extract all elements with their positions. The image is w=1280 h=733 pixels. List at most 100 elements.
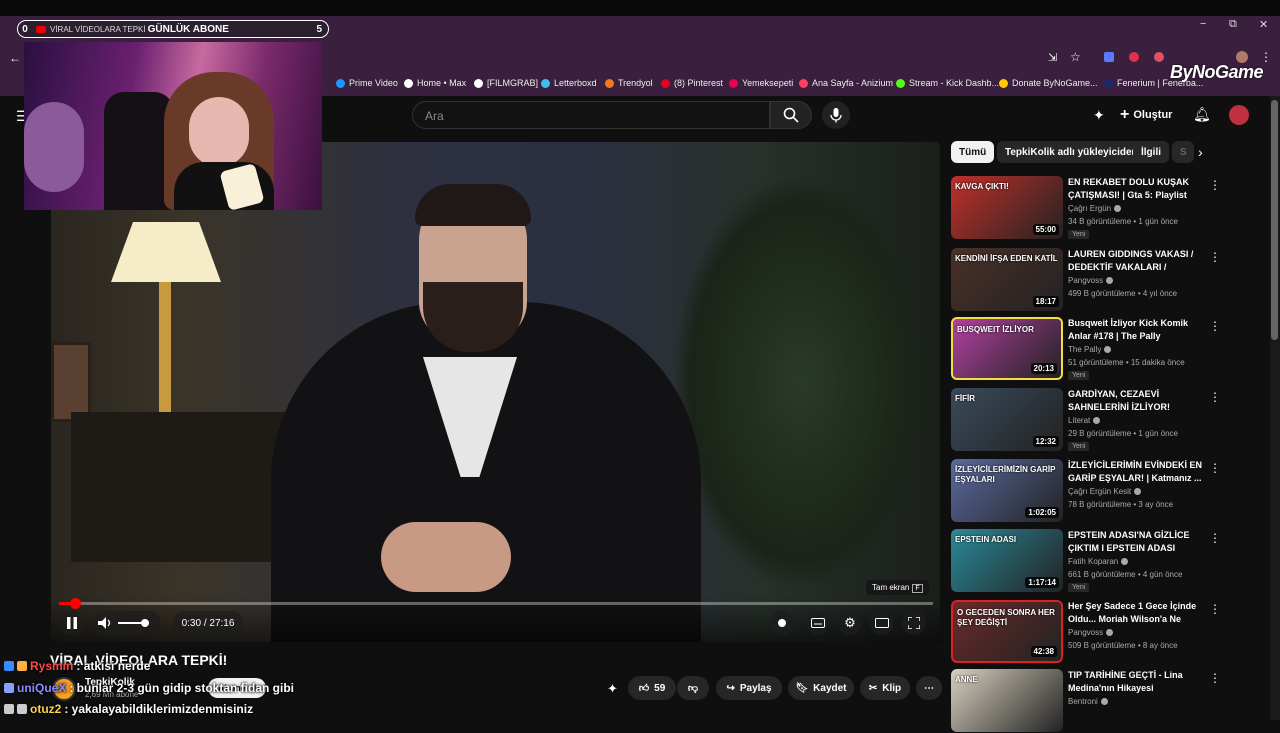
bookmark-item[interactable]: [FILMGRAB]: [474, 78, 538, 88]
verified-icon: [1106, 277, 1114, 285]
goal-count-left: 0: [22, 23, 28, 35]
recommendation-channel[interactable]: Çağrı Ergün Kesit: [1068, 487, 1142, 496]
recommendation-title[interactable]: İZLEYİCİLERİMİN EVİNDEKİ EN GARİP EŞYALA…: [1068, 459, 1203, 485]
recommendation-item[interactable]: KAVGA ÇIKTI! 55:00 EN REKABET DOLU KUŞAK Ç…: [951, 176, 1251, 240]
bookmark-item[interactable]: (8) Pinterest: [661, 78, 723, 88]
recommendation-item[interactable]: EPSTEIN ADASI 1:17:14 EPSTEIN ADASI'NA GİZ…: [951, 529, 1251, 593]
bookmark-item[interactable]: Letterboxd: [541, 78, 597, 88]
extension-icon[interactable]: [1104, 52, 1114, 62]
recommendation-channel[interactable]: Pangvoss: [1068, 628, 1114, 637]
extension-icon[interactable]: [1129, 52, 1139, 62]
recommendation-title[interactable]: EPSTEIN ADASI'NA GİZLİCE ÇIKTIM I EPSTEI…: [1068, 529, 1203, 555]
install-icon[interactable]: ⇲: [1048, 51, 1057, 64]
recommendation-channel[interactable]: Bentroni: [1068, 697, 1108, 706]
more-vertical-icon[interactable]: ⋮: [1209, 602, 1221, 616]
dislike-button[interactable]: 👎︎: [677, 676, 709, 700]
theater-mode-button[interactable]: [870, 611, 894, 635]
video-thumbnail[interactable]: ANNE: [951, 669, 1063, 732]
recommendation-title[interactable]: EN REKABET DOLU KUŞAK ÇATIŞMASI! | Gta 5…: [1068, 176, 1203, 202]
create-button[interactable]: + Oluştur: [1120, 104, 1172, 126]
bookmark-item[interactable]: Prime Video: [336, 78, 398, 88]
bookmark-label: Yemeksepeti: [742, 78, 794, 88]
share-button[interactable]: ↪ Paylaş: [716, 676, 782, 700]
recommendation-item[interactable]: ANNE TIP TARİHİNE GEÇTİ - Lina Medina'nın…: [951, 669, 1251, 733]
more-actions-button[interactable]: ⋯: [916, 676, 942, 700]
extension-icon[interactable]: ✦: [607, 681, 618, 697]
recommendation-title[interactable]: Busqweit İzliyor Kick Komik Anlar #178 |…: [1068, 317, 1203, 343]
bookmark-item[interactable]: Stream - Kick Dashb...: [896, 78, 999, 88]
autoplay-toggle[interactable]: [770, 611, 794, 635]
more-vertical-icon[interactable]: ⋮: [1209, 178, 1221, 192]
clip-button[interactable]: ✂ Klip: [860, 676, 910, 700]
chip-partial[interactable]: S: [1172, 141, 1194, 163]
maximize-button[interactable]: ⧉: [1229, 18, 1237, 31]
search-button[interactable]: [770, 101, 812, 129]
recommendation-item[interactable]: İZLEYİCİLERİMİZİN GARİP EŞYALARI 1:02:05 İ…: [951, 459, 1251, 523]
video-player[interactable]: [51, 142, 940, 642]
recommendation-channel[interactable]: Literat: [1068, 416, 1101, 425]
video-thumbnail[interactable]: O GECEDEN SONRA HER ŞEY DEĞİŞTİ 42:38: [951, 600, 1063, 663]
settings-button[interactable]: ⚙: [838, 611, 862, 635]
minimize-button[interactable]: −: [1200, 18, 1206, 30]
more-vertical-icon[interactable]: ⋮: [1209, 531, 1221, 545]
more-vertical-icon[interactable]: ⋮: [1209, 250, 1221, 264]
new-badge: Yeni: [1068, 583, 1090, 592]
notifications-bell-icon[interactable]: 🔔︎: [1193, 106, 1211, 123]
video-thumbnail[interactable]: FİFİR 12:32: [951, 388, 1063, 451]
volume-slider[interactable]: [118, 619, 149, 627]
search-icon: [783, 107, 799, 123]
close-button[interactable]: ✕: [1259, 18, 1268, 31]
video-thumbnail[interactable]: KAVGA ÇIKTI! 55:00: [951, 176, 1063, 239]
chip-related[interactable]: İlgili: [1133, 141, 1169, 163]
volume-control[interactable]: [93, 611, 161, 635]
fullscreen-key-hint: F: [912, 584, 923, 593]
pause-button[interactable]: [59, 611, 85, 635]
voice-search-button[interactable]: [822, 101, 850, 129]
chip-all[interactable]: Tümü: [951, 141, 995, 163]
recommendation-title[interactable]: GARDİYAN, CEZAEVİ SAHNELERİNİ İZLİYOR!: [1068, 388, 1203, 414]
bookmark-icon: [799, 78, 808, 88]
subtitles-button[interactable]: [806, 611, 830, 635]
chevron-right-icon[interactable]: ›: [1198, 144, 1203, 160]
video-thumbnail[interactable]: KENDİNİ İFŞA EDEN KATİL 18:17: [951, 248, 1063, 311]
recommendation-meta: 509 B görüntüleme • 8 ay önce: [1068, 641, 1178, 650]
progress-scrubber[interactable]: [69, 598, 81, 609]
bookmark-item[interactable]: Yemeksepeti: [729, 78, 793, 88]
video-thumbnail[interactable]: BUSQWEIT İZLİYOR 20:13: [951, 317, 1063, 380]
gear-icon: ⚙: [844, 615, 856, 630]
thumbnail-text: ANNE: [955, 675, 978, 684]
extension-icon[interactable]: [1154, 52, 1164, 62]
stream-extension-icon[interactable]: ✦: [1093, 107, 1105, 124]
recommendation-channel[interactable]: The Pally: [1068, 345, 1112, 354]
recommendation-item[interactable]: BUSQWEIT İZLİYOR 20:13 Busqweit İzliyor Ki…: [951, 317, 1251, 381]
bookmark-item[interactable]: Home • Max: [404, 78, 466, 88]
video-thumbnail[interactable]: EPSTEIN ADASI 1:17:14: [951, 529, 1063, 592]
recommendation-item[interactable]: KENDİNİ İFŞA EDEN KATİL 18:17 LAUREN GIDDI…: [951, 248, 1251, 312]
more-vertical-icon[interactable]: ⋮: [1209, 390, 1221, 404]
more-vertical-icon[interactable]: ⋮: [1209, 671, 1221, 685]
fullscreen-button[interactable]: [902, 611, 926, 635]
recommendation-title[interactable]: TIP TARİHİNE GEÇTİ - Lina Medina'nın Hik…: [1068, 669, 1203, 695]
save-button[interactable]: 🔖︎ Kaydet: [788, 676, 854, 700]
search-input[interactable]: Ara: [412, 101, 770, 129]
more-vertical-icon[interactable]: ⋮: [1209, 461, 1221, 475]
scrollbar-thumb[interactable]: [1271, 100, 1278, 340]
bookmark-item[interactable]: Ana Sayfa - Anizium: [799, 78, 893, 88]
video-thumbnail[interactable]: İZLEYİCİLERİMİZİN GARİP EŞYALARI 1:02:05: [951, 459, 1063, 522]
more-vertical-icon[interactable]: ⋮: [1209, 319, 1221, 333]
star-icon[interactable]: ☆: [1070, 50, 1081, 64]
bookmark-item[interactable]: Donate ByNoGame...: [999, 78, 1098, 88]
recommendation-channel[interactable]: Fatih Koparan: [1068, 557, 1129, 566]
account-avatar[interactable]: [1229, 105, 1249, 125]
recommendation-title[interactable]: Her Şey Sadece 1 Gece İçinde Oldu... Mor…: [1068, 600, 1203, 626]
back-arrow-icon[interactable]: ←: [9, 51, 21, 65]
recommendation-channel[interactable]: Pangvoss: [1068, 276, 1114, 285]
recommendation-channel[interactable]: Çağrı Ergün: [1068, 204, 1122, 213]
chip-from-uploader[interactable]: TepkiKolik adlı yükleyiciden: [997, 141, 1146, 163]
progress-bar[interactable]: [59, 602, 933, 605]
recommendation-title[interactable]: LAUREN GIDDINGS VAKASI / DEDEKTİF VAKALA…: [1068, 248, 1203, 274]
recommendation-item[interactable]: FİFİR 12:32 GARDİYAN, CEZAEVİ SAHNELERİNİ …: [951, 388, 1251, 452]
bookmark-item[interactable]: Trendyol: [605, 78, 653, 88]
like-button[interactable]: 👍︎ 59: [628, 676, 676, 700]
recommendation-item[interactable]: O GECEDEN SONRA HER ŞEY DEĞİŞTİ 42:38 Her …: [951, 600, 1251, 664]
